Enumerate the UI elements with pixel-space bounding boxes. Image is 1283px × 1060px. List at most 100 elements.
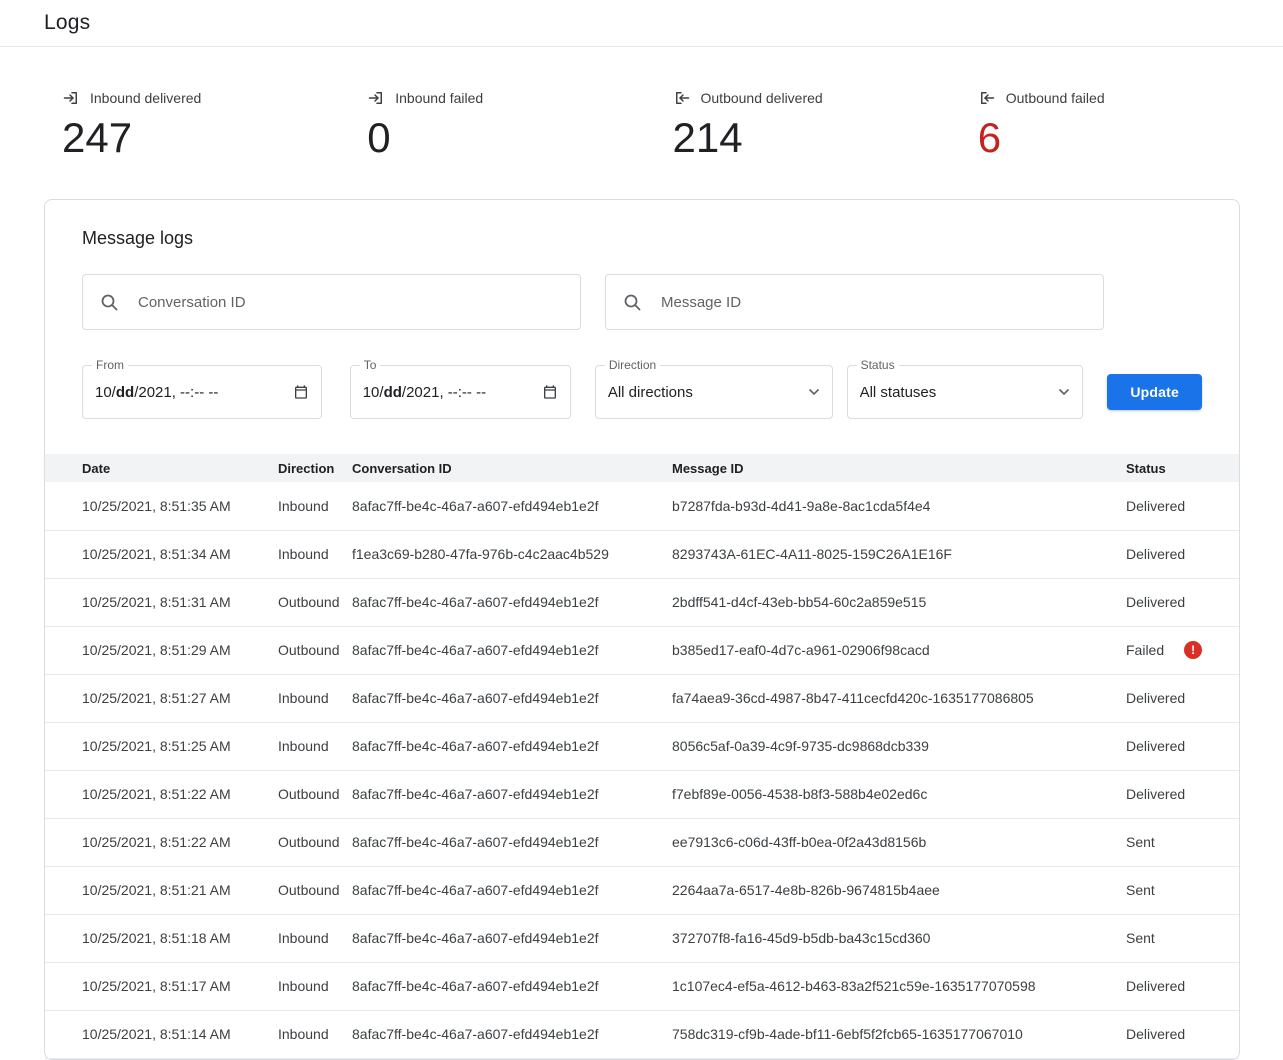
cell-conversation-id: 8afac7ff-be4c-46a7-a607-efd494eb1e2f: [352, 914, 672, 962]
card-title: Message logs: [82, 228, 1239, 249]
cell-direction: Inbound: [278, 530, 352, 578]
table-row: 10/25/2021, 8:51:18 AM Inbound 8afac7ff-…: [45, 914, 1239, 962]
cell-status: Delivered: [1126, 578, 1239, 626]
cell-conversation-id: 8afac7ff-be4c-46a7-a607-efd494eb1e2f: [352, 722, 672, 770]
table-row: 10/25/2021, 8:51:31 AM Outbound 8afac7ff…: [45, 578, 1239, 626]
cell-status: Sent: [1126, 866, 1239, 914]
cell-conversation-id: 8afac7ff-be4c-46a7-a607-efd494eb1e2f: [352, 674, 672, 722]
status-text: Delivered: [1126, 978, 1185, 994]
inbound-arrow-icon: [62, 89, 80, 107]
chevron-down-icon: [1058, 388, 1070, 396]
status-text: Delivered: [1126, 738, 1185, 754]
col-header-date: Date: [45, 454, 278, 482]
status-text: Delivered: [1126, 594, 1185, 610]
col-header-status: Status: [1126, 454, 1239, 482]
message-id-search-field[interactable]: [605, 274, 1104, 330]
cell-direction: Inbound: [278, 674, 352, 722]
update-button[interactable]: Update: [1107, 374, 1202, 410]
outbound-arrow-icon: [978, 89, 996, 107]
stat-inbound-delivered: Inbound delivered 247: [62, 89, 367, 160]
stat-inbound-failed: Inbound failed 0: [367, 89, 672, 160]
cell-date: 10/25/2021, 8:51:22 AM: [45, 770, 278, 818]
stat-value: 0: [367, 116, 672, 160]
cell-date: 10/25/2021, 8:51:27 AM: [45, 674, 278, 722]
from-date-value: 10/dd/2021, --:-- --: [95, 384, 285, 401]
status-text: Delivered: [1126, 690, 1185, 706]
cell-status: Delivered: [1126, 674, 1239, 722]
cell-message-id: 2bdff541-d4cf-43eb-bb54-60c2a859e515: [672, 578, 1126, 626]
stat-value: 214: [673, 116, 978, 160]
table-row: 10/25/2021, 8:51:35 AM Inbound 8afac7ff-…: [45, 482, 1239, 530]
cell-direction: Inbound: [278, 722, 352, 770]
table-header-row: Date Direction Conversation ID Message I…: [45, 454, 1239, 482]
to-date-field[interactable]: To 10/dd/2021, --:-- --: [350, 365, 571, 419]
col-header-direction: Direction: [278, 454, 352, 482]
table-row: 10/25/2021, 8:51:17 AM Inbound 8afac7ff-…: [45, 962, 1239, 1010]
cell-date: 10/25/2021, 8:51:14 AM: [45, 1010, 278, 1058]
cell-direction: Outbound: [278, 818, 352, 866]
stat-value: 247: [62, 116, 367, 160]
cell-message-id: 372707f8-fa16-45d9-b5db-ba43c15cd360: [672, 914, 1126, 962]
from-date-field[interactable]: From 10/dd/2021, --:-- --: [82, 365, 322, 419]
page-title: Logs: [44, 11, 90, 35]
cell-date: 10/25/2021, 8:51:25 AM: [45, 722, 278, 770]
direction-selected-value: All directions: [608, 384, 800, 401]
status-text: Delivered: [1126, 1026, 1185, 1042]
to-field-label: To: [360, 358, 381, 372]
chevron-down-icon: [808, 388, 820, 396]
cell-conversation-id: 8afac7ff-be4c-46a7-a607-efd494eb1e2f: [352, 818, 672, 866]
table-row: 10/25/2021, 8:51:22 AM Outbound 8afac7ff…: [45, 818, 1239, 866]
cell-message-id: 8293743A-61EC-4A11-8025-159C26A1E16F: [672, 530, 1126, 578]
stat-outbound-delivered: Outbound delivered 214: [673, 89, 978, 160]
cell-status: Delivered: [1126, 530, 1239, 578]
status-select[interactable]: Status All statuses: [847, 365, 1084, 419]
cell-message-id: 8056c5af-0a39-4c9f-9735-dc9868dcb339: [672, 722, 1126, 770]
cell-date: 10/25/2021, 8:51:21 AM: [45, 866, 278, 914]
stat-label-row: Outbound delivered: [673, 89, 978, 107]
cell-direction: Inbound: [278, 962, 352, 1010]
cell-date: 10/25/2021, 8:51:18 AM: [45, 914, 278, 962]
cell-message-id: fa74aea9-36cd-4987-8b47-411cecfd420c-163…: [672, 674, 1126, 722]
cell-status: Failed !: [1126, 626, 1239, 674]
table-row: 10/25/2021, 8:51:25 AM Inbound 8afac7ff-…: [45, 722, 1239, 770]
stat-label: Inbound delivered: [90, 90, 201, 106]
cell-message-id: f7ebf89e-0056-4538-b8f3-588b4e02ed6c: [672, 770, 1126, 818]
calendar-icon[interactable]: [542, 384, 558, 400]
outbound-arrow-icon: [673, 89, 691, 107]
conversation-id-search-field[interactable]: [82, 274, 581, 330]
cell-message-id: b385ed17-eaf0-4d7c-a961-02906f98cacd: [672, 626, 1126, 674]
error-icon: !: [1184, 641, 1202, 659]
cell-conversation-id: 8afac7ff-be4c-46a7-a607-efd494eb1e2f: [352, 866, 672, 914]
conversation-id-input[interactable]: [136, 293, 564, 312]
cell-status: Delivered: [1126, 722, 1239, 770]
direction-select-label: Direction: [605, 358, 660, 372]
message-id-input[interactable]: [659, 293, 1087, 312]
calendar-icon[interactable]: [293, 384, 309, 400]
cell-date: 10/25/2021, 8:51:17 AM: [45, 962, 278, 1010]
table-row: 10/25/2021, 8:51:27 AM Inbound 8afac7ff-…: [45, 674, 1239, 722]
cell-message-id: 758dc319-cf9b-4ade-bf11-6ebf5f2fcb65-163…: [672, 1010, 1126, 1058]
cell-conversation-id: 8afac7ff-be4c-46a7-a607-efd494eb1e2f: [352, 962, 672, 1010]
cell-direction: Outbound: [278, 578, 352, 626]
cell-status: Delivered: [1126, 962, 1239, 1010]
stat-label-row: Outbound failed: [978, 89, 1283, 107]
cell-direction: Inbound: [278, 914, 352, 962]
status-select-label: Status: [857, 358, 899, 372]
inbound-arrow-icon: [367, 89, 385, 107]
status-text: Sent: [1126, 882, 1155, 898]
cell-conversation-id: 8afac7ff-be4c-46a7-a607-efd494eb1e2f: [352, 1010, 672, 1058]
table-row: 10/25/2021, 8:51:14 AM Inbound 8afac7ff-…: [45, 1010, 1239, 1058]
status-text: Delivered: [1126, 498, 1185, 514]
topbar: Logs: [0, 0, 1283, 47]
stat-value: 6: [978, 116, 1283, 160]
stat-label-row: Inbound failed: [367, 89, 672, 107]
cell-message-id: ee7913c6-c06d-43ff-b0ea-0f2a43d8156b: [672, 818, 1126, 866]
cell-status: Sent: [1126, 818, 1239, 866]
from-field-label: From: [92, 358, 128, 372]
cell-message-id: 2264aa7a-6517-4e8b-826b-9674815b4aee: [672, 866, 1126, 914]
cell-message-id: b7287fda-b93d-4d41-9a8e-8ac1cda5f4e4: [672, 482, 1126, 530]
cell-date: 10/25/2021, 8:51:31 AM: [45, 578, 278, 626]
direction-select[interactable]: Direction All directions: [595, 365, 833, 419]
to-date-value: 10/dd/2021, --:-- --: [363, 384, 534, 401]
log-table-body: 10/25/2021, 8:51:35 AM Inbound 8afac7ff-…: [45, 482, 1239, 1058]
